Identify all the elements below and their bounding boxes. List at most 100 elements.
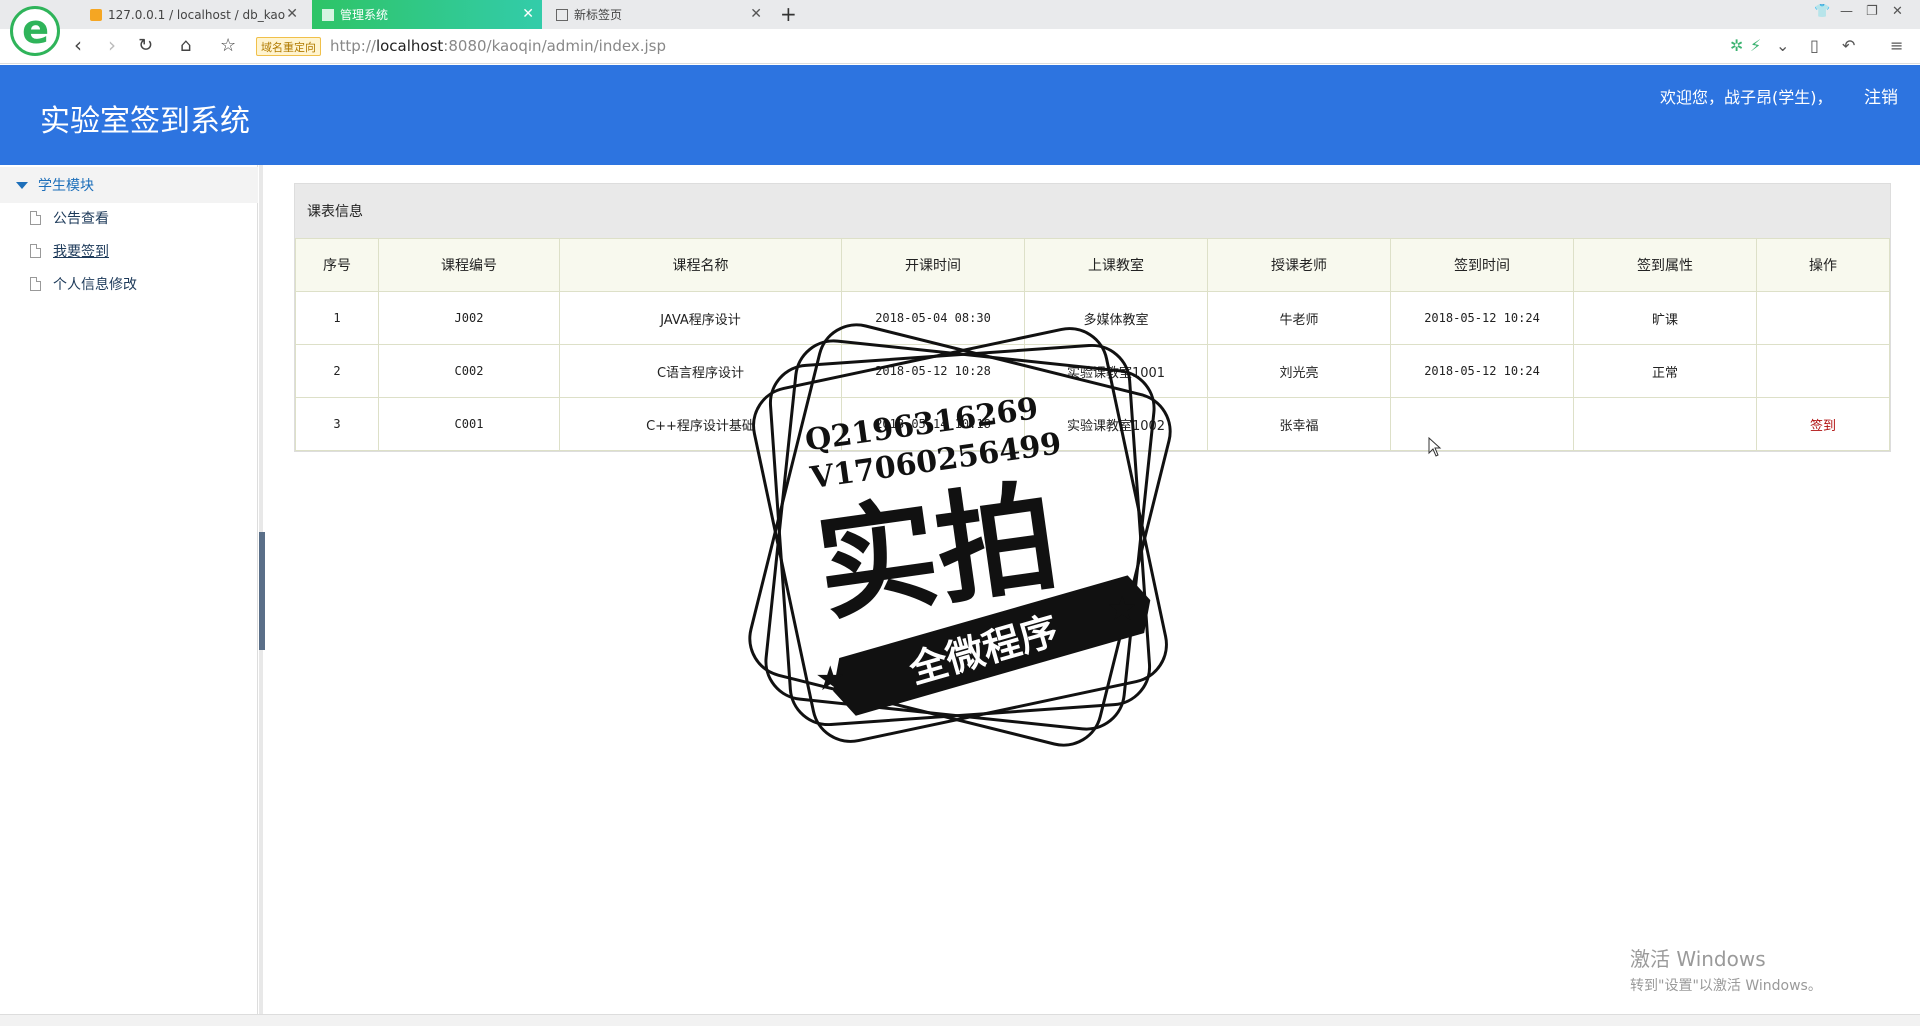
cell-index: 3 — [295, 397, 379, 451]
browser-status-bar — [0, 1014, 1920, 1026]
page-icon — [322, 8, 334, 21]
col-header: 签到时间 — [1390, 238, 1574, 292]
url-host: localhost — [375, 37, 444, 55]
cell-action — [1756, 344, 1890, 398]
cell-action: 签到 — [1756, 397, 1890, 451]
cell-signin-status — [1573, 397, 1757, 451]
sidebar-module-header[interactable]: 学生模块 — [0, 167, 258, 203]
tab-management-system[interactable]: 管理系统 ✕ — [312, 0, 542, 29]
cell-signin-status: 正常 — [1573, 344, 1757, 398]
cell-teacher: 牛老师 — [1207, 291, 1391, 345]
col-header: 序号 — [295, 238, 379, 292]
col-header: 课程名称 — [559, 238, 842, 292]
col-header: 授课老师 — [1207, 238, 1391, 292]
url-field[interactable]: http://localhost:8080/kaoqin/admin/index… — [330, 37, 666, 55]
security-icon[interactable]: ✲ — [1730, 36, 1743, 55]
sidebar-item-profile-edit[interactable]: 个人信息修改 — [30, 274, 137, 294]
minimize-icon[interactable]: — — [1840, 4, 1853, 19]
cell-course-code: C002 — [378, 344, 560, 398]
close-icon[interactable]: ✕ — [750, 6, 762, 22]
bookmark-icon[interactable]: ▯ — [1810, 36, 1819, 55]
reload-icon[interactable]: ↻ — [138, 35, 153, 56]
col-header: 开课时间 — [841, 238, 1025, 292]
panel-title: 课表信息 — [295, 184, 1890, 238]
back-icon[interactable]: ‹ — [74, 33, 82, 57]
cell-signin-time — [1390, 397, 1574, 451]
address-bar: ‹ › ↻ ⌂ ☆ 域名重定向 http://localhost:8080/ka… — [0, 29, 1920, 64]
tab-label: 新标签页 — [574, 8, 623, 22]
cell-teacher: 张幸福 — [1207, 397, 1391, 451]
browser-logo-icon: e — [10, 6, 60, 56]
url-prefix: http:// — [330, 37, 376, 55]
cell-signin-status: 旷课 — [1573, 291, 1757, 345]
forward-icon[interactable]: › — [108, 33, 116, 57]
watermark-ribbon-text: 全微程序 — [904, 608, 1063, 692]
activation-subtitle: 转到"设置"以激活 Windows。 — [1630, 978, 1822, 994]
star-icon: ★ — [1107, 589, 1137, 629]
welcome-text: 欢迎您，战子昂(学生)， — [1660, 88, 1833, 107]
cell-course-name: C++程序设计基础 — [559, 397, 842, 451]
activation-title: 激活 Windows — [1630, 947, 1766, 971]
sign-in-link[interactable]: 签到 — [1810, 419, 1836, 434]
cell-signin-time: 2018-05-12 10:24 — [1390, 291, 1574, 345]
cell-start-time: 2018-05-14 10:18 — [841, 397, 1025, 451]
collapse-triangle-icon — [16, 181, 28, 189]
url-path: :8080/kaoqin/admin/index.jsp — [443, 37, 666, 55]
skin-icon[interactable]: 👕 — [1814, 4, 1830, 19]
cell-teacher: 刘光亮 — [1207, 344, 1391, 398]
sidebar-item-label: 公告查看 — [53, 211, 109, 227]
col-header: 课程编号 — [378, 238, 560, 292]
tab-phpmyadmin[interactable]: 127.0.0.1 / localhost / db_kao ✕ — [80, 0, 306, 29]
sidebar-item-sign-in[interactable]: 我要签到 — [30, 241, 109, 261]
dropdown-icon[interactable]: ⌄ — [1776, 36, 1789, 55]
close-window-icon[interactable]: ✕ — [1892, 4, 1903, 19]
col-header: 操作 — [1756, 238, 1890, 292]
sidebar-module-label: 学生模块 — [38, 178, 94, 194]
cell-action — [1756, 291, 1890, 345]
mouse-cursor-icon — [1428, 437, 1442, 457]
cell-course-name: C语言程序设计 — [559, 344, 842, 398]
sidebar: 学生模块 公告查看 我要签到 个人信息修改 — [0, 165, 258, 1014]
redirect-badge[interactable]: 域名重定向 — [256, 37, 321, 56]
cell-course-name: JAVA程序设计 — [559, 291, 842, 345]
cell-course-code: J002 — [378, 291, 560, 345]
schedule-panel: 课表信息 序号 课程编号 课程名称 开课时间 上课教室 授课老师 签到时间 签到… — [294, 183, 1891, 452]
sidebar-item-label: 我要签到 — [53, 244, 109, 260]
tab-label: 127.0.0.1 / localhost / db_kao — [108, 7, 286, 22]
restore-icon[interactable]: ❐ — [1866, 4, 1878, 19]
home-icon[interactable]: ⌂ — [180, 35, 191, 56]
splitter-grip[interactable] — [259, 532, 265, 650]
document-icon — [30, 277, 41, 291]
favorite-star-icon[interactable]: ☆ — [220, 35, 236, 56]
windows-activation-notice: 激活 Windows 转到"设置"以激活 Windows。 — [1630, 943, 1822, 995]
ribbon-banner — [833, 575, 1151, 716]
document-icon — [30, 211, 41, 225]
sidebar-item-announcements[interactable]: 公告查看 — [30, 208, 109, 228]
speed-icon[interactable]: ⚡ — [1750, 36, 1761, 55]
logout-link[interactable]: 注销 — [1864, 83, 1898, 108]
menu-icon[interactable]: ≡ — [1890, 36, 1903, 55]
cell-index: 2 — [295, 344, 379, 398]
table-row: 2 C002 C语言程序设计 2018-05-12 10:28 实验课教室100… — [295, 344, 1890, 398]
cell-classroom: 实验课教室1002 — [1024, 397, 1208, 451]
close-icon[interactable]: ✕ — [522, 6, 534, 22]
cell-classroom: 实验课教室1001 — [1024, 344, 1208, 398]
cell-index: 1 — [295, 291, 379, 345]
app-title: 实验室签到系统 — [40, 104, 250, 139]
col-header: 上课教室 — [1024, 238, 1208, 292]
pma-icon — [90, 8, 102, 21]
new-tab-button[interactable]: + — [780, 2, 797, 26]
tab-new-tab[interactable]: 新标签页 ✕ — [546, 0, 770, 29]
browser-tab-bar: e 127.0.0.1 / localhost / db_kao ✕ 管理系统 … — [0, 0, 1920, 56]
undo-icon[interactable]: ↶ — [1842, 36, 1855, 55]
cell-signin-time: 2018-05-12 10:24 — [1390, 344, 1574, 398]
sidebar-item-label: 个人信息修改 — [53, 277, 137, 293]
cell-classroom: 多媒体教室 — [1024, 291, 1208, 345]
watermark-big-text: 实拍 — [809, 467, 1066, 638]
schedule-table: 序号 课程编号 课程名称 开课时间 上课教室 授课老师 签到时间 签到属性 操作… — [295, 238, 1890, 451]
cell-course-code: C001 — [378, 397, 560, 451]
star-icon: ★ — [815, 659, 845, 699]
col-header: 签到属性 — [1573, 238, 1757, 292]
table-header-row: 序号 课程编号 课程名称 开课时间 上课教室 授课老师 签到时间 签到属性 操作 — [295, 238, 1890, 292]
close-icon[interactable]: ✕ — [286, 6, 298, 22]
